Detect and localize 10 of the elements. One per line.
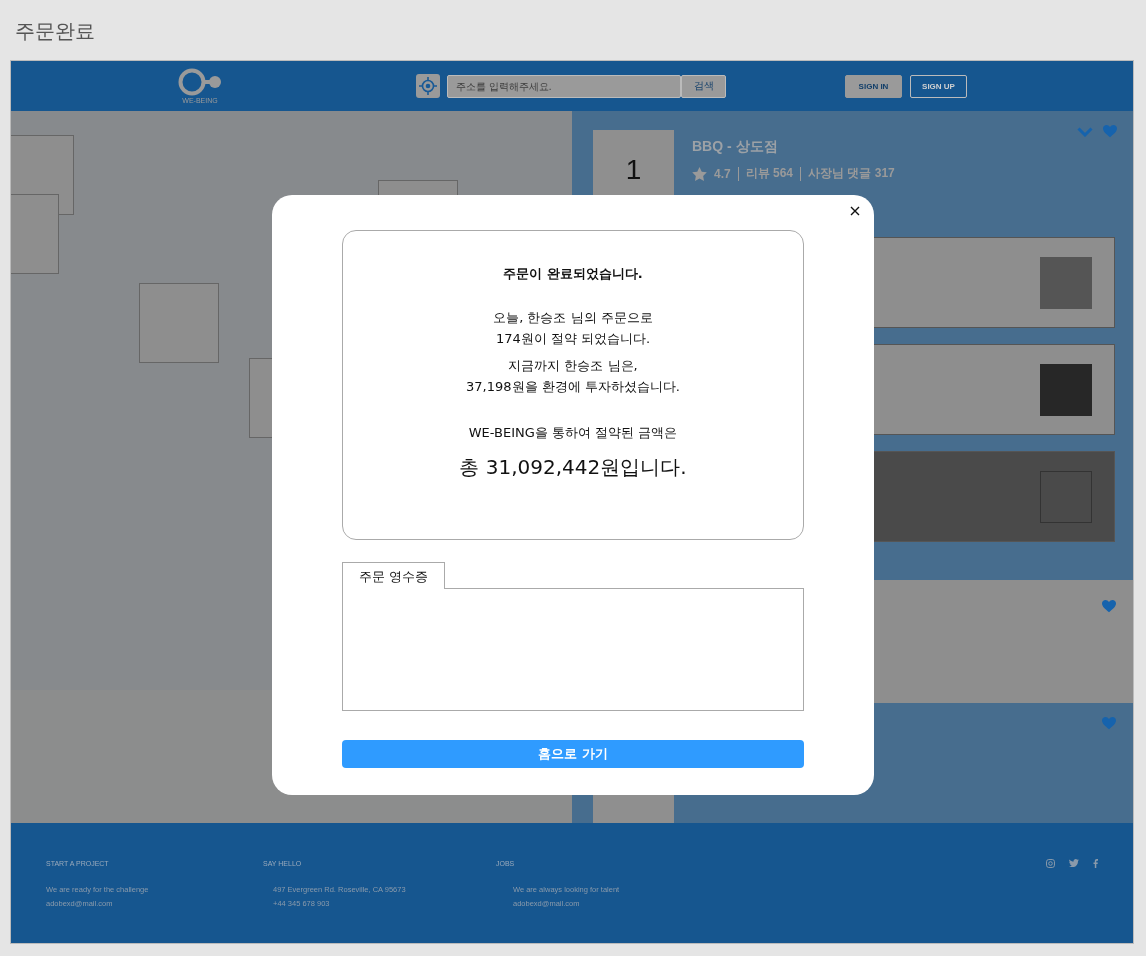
savings-message: 오늘, 한승조 님의 주문으로 174원이 절약 되었습니다. <box>493 309 653 348</box>
total-savings-text: 총 31,092,442원입니다. <box>459 454 687 481</box>
dialog-title: 주문이 완료되었습니다. <box>503 265 643 283</box>
rating-text: 4.7 <box>714 166 731 181</box>
store-name: BBQ - 상도점 <box>692 138 779 156</box>
reply-count: 사장님 댓글 317 <box>808 165 895 182</box>
savings-message: 지금까지 한승조 님은, 37,198원을 환경에 투자하셨습니다. <box>466 357 680 396</box>
total-intro-text: WE-BEING을 통하여 절약된 금액은 <box>468 424 678 442</box>
page-title: 주문완료 <box>15 18 95 45</box>
review-count: 리뷰 564 <box>745 165 794 182</box>
